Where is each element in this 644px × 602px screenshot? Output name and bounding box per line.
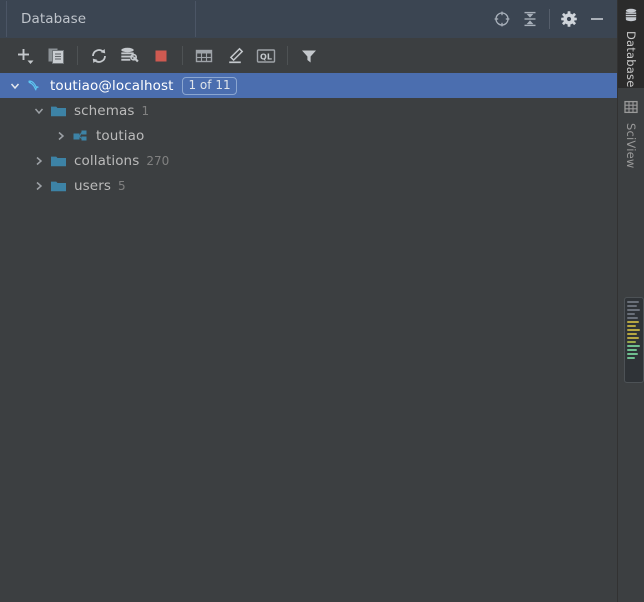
tree-row-users-count: 5	[117, 178, 126, 193]
filter-button[interactable]	[296, 43, 322, 69]
minimize-button[interactable]	[583, 5, 611, 33]
scroll-from-source-button[interactable]	[488, 5, 516, 33]
minimap-line	[627, 329, 640, 331]
refresh-icon	[89, 46, 109, 66]
minimap-line	[627, 333, 638, 335]
collapse-all-button[interactable]	[516, 5, 544, 33]
copy-icon	[46, 46, 66, 66]
stripe-tab-database-label: Database	[624, 31, 638, 88]
scroll-from-source-icon	[493, 10, 511, 28]
tree-row-collations-count: 270	[146, 153, 170, 168]
code-minimap[interactable]	[624, 297, 644, 383]
minimap-line	[627, 341, 636, 343]
expand-arrow-right-icon[interactable]	[30, 148, 48, 173]
minimap-line	[627, 357, 636, 359]
ql-console-icon: QL	[255, 46, 277, 66]
folder-icon	[48, 148, 68, 173]
tree-row-schemas-label: schemas	[74, 102, 135, 119]
tree-row-schemas-count: 1	[141, 103, 150, 118]
minimize-icon	[588, 10, 606, 28]
grid-table-icon	[624, 99, 638, 118]
database-icon	[624, 7, 638, 26]
filter-funnel-icon	[299, 46, 319, 66]
open-table-editor-button[interactable]	[191, 43, 217, 69]
stripe-tab-sciview-label: SciView	[624, 123, 638, 169]
tree-row-collations-label: collations	[74, 152, 140, 169]
tree-row-collations[interactable]: collations 270	[0, 148, 617, 173]
database-toolbar: QL	[0, 38, 617, 73]
query-console-button[interactable]: QL	[253, 43, 279, 69]
refresh-button[interactable]	[86, 43, 112, 69]
tree-row-schemas[interactable]: schemas 1	[0, 98, 617, 123]
tree-row-toutiao-schema-label: toutiao	[96, 127, 145, 144]
minimap-line	[627, 305, 637, 307]
tree-row-toutiao-schema[interactable]: toutiao	[0, 123, 617, 148]
toolbar-separator-2	[182, 46, 183, 65]
toolbar-separator-1	[77, 46, 78, 65]
expand-arrow-down-icon[interactable]	[6, 73, 24, 98]
minimap-line	[627, 353, 639, 355]
minimap-line	[627, 325, 637, 327]
minimap-line	[627, 349, 637, 351]
tool-window-header: Database	[0, 0, 617, 38]
stop-button[interactable]	[148, 43, 174, 69]
stripe-tab-database[interactable]: Database	[618, 0, 644, 88]
database-tree[interactable]: toutiao@localhost 1 of 11 schemas 1 tout…	[0, 73, 617, 602]
svg-text:QL: QL	[260, 52, 272, 61]
duplicate-button[interactable]	[43, 43, 69, 69]
table-grid-icon	[194, 46, 214, 66]
minimap-line	[627, 301, 639, 303]
minimap-line	[627, 321, 640, 323]
tree-row-users-label: users	[74, 177, 111, 194]
stripe-tab-sciview[interactable]: SciView	[618, 92, 644, 174]
gear-icon	[560, 10, 578, 28]
tree-row-users[interactable]: users 5	[0, 173, 617, 198]
minimap-line	[627, 317, 638, 319]
database-tool-window-root: Database QL toutiao@localhost 1 of 11 sc…	[0, 0, 644, 602]
plus-icon	[14, 45, 36, 67]
tree-row-datasource-label: toutiao@localhost	[50, 77, 174, 94]
mysql-dolphin-icon	[24, 73, 44, 98]
collapse-all-icon	[521, 10, 539, 28]
database-tool-window: Database QL toutiao@localhost 1 of 11 sc…	[0, 0, 617, 602]
tree-row-datasource[interactable]: toutiao@localhost 1 of 11	[0, 73, 617, 98]
minimap-line	[627, 345, 640, 347]
stop-icon	[151, 46, 171, 66]
status-badge: 1 of 11	[182, 76, 237, 95]
database-wrench-icon	[119, 46, 141, 66]
minimap-line	[627, 309, 640, 311]
minimap-line	[627, 313, 636, 315]
settings-button[interactable]	[555, 5, 583, 33]
header-separator	[549, 9, 550, 29]
expand-arrow-down-icon[interactable]	[30, 98, 48, 123]
add-data-source-button[interactable]	[12, 43, 38, 69]
expand-arrow-right-icon[interactable]	[52, 123, 70, 148]
expand-arrow-right-icon[interactable]	[30, 173, 48, 198]
tab-database[interactable]: Database	[6, 1, 196, 37]
minimap-line	[627, 337, 639, 339]
folder-icon	[48, 98, 68, 123]
header-action-group	[488, 0, 611, 38]
pencil-icon	[225, 46, 245, 66]
schema-icon	[70, 123, 90, 148]
toolbar-separator-3	[287, 46, 288, 65]
right-tool-stripe: Database SciView	[617, 0, 644, 602]
modify-button[interactable]	[222, 43, 248, 69]
folder-icon	[48, 173, 68, 198]
tab-database-label: Database	[21, 11, 87, 27]
data-source-properties-button[interactable]	[117, 43, 143, 69]
